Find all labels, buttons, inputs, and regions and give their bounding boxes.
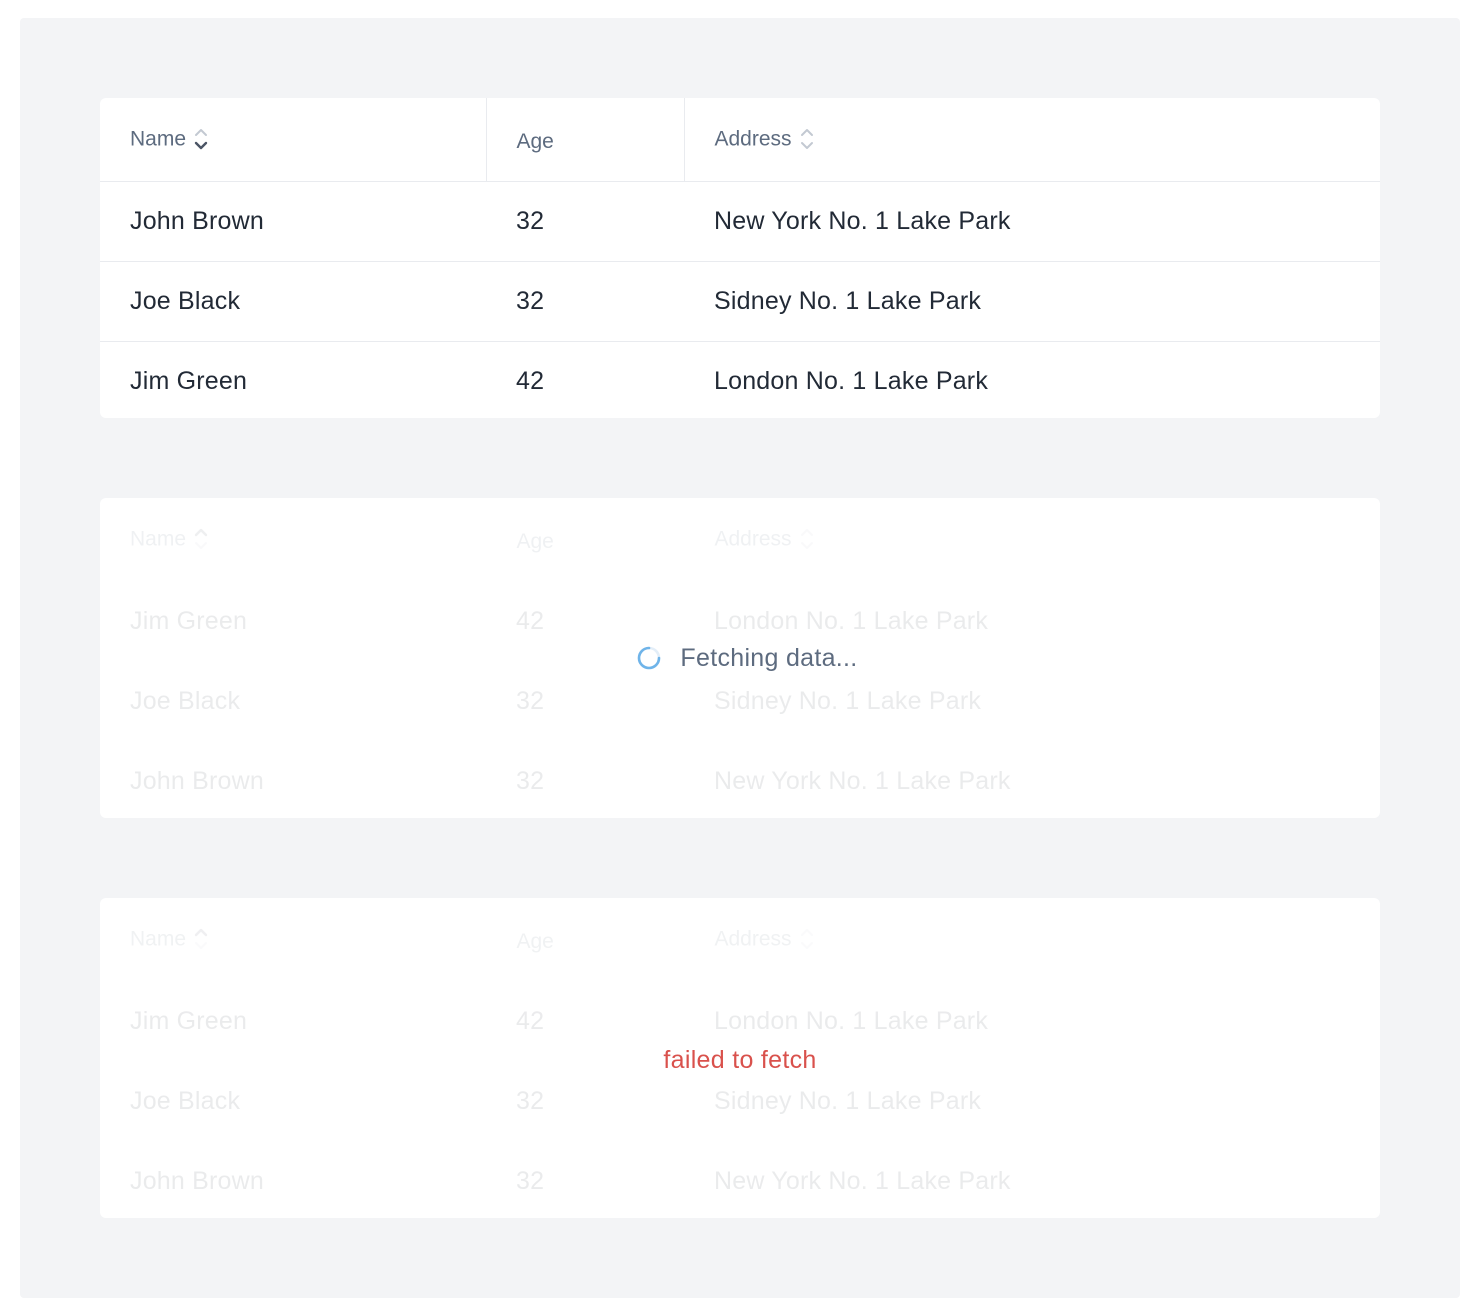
table-row: Joe Black 32 Sidney No. 1 Lake Park [100,261,1380,342]
cell-address: New York No. 1 Lake Park [684,181,1380,262]
column-header-address[interactable]: Address [683,98,1380,182]
error-message: failed to fetch [663,1045,817,1074]
loading-indicator: Fetching data... [636,644,857,673]
table-grid: Name Age Address [100,98,1380,418]
data-table-loaded: Name Age Address John Brown 32 New York … [100,98,1380,418]
cell-address: London No. 1 Lake Park [714,367,989,395]
column-header-label: Age [516,129,554,153]
column-header-label: Name [130,127,187,151]
column-header-age: Age [485,98,684,182]
error-overlay: failed to fetch [100,898,1380,1218]
cell-name: John Brown [100,181,486,262]
cell-name: Joe Black [100,261,486,342]
column-header-name[interactable]: Name [100,98,486,182]
page-background: Name Age Address John Brown 32 New York … [20,18,1460,1298]
spinner-icon [638,646,661,670]
cell-age: 42 [516,367,545,395]
cell-address: Sidney No. 1 Lake Park [684,261,1380,342]
column-header-label: Address [714,127,792,151]
table-header-row: Name Age Address [100,98,1380,182]
loading-overlay: Fetching data... [100,498,1380,818]
cell-age: 32 [486,261,684,342]
data-table-error: Name Age Address Jim Green 42 London No.… [100,898,1380,1218]
table-row: John Brown 32 New York No. 1 Lake Park [100,181,1380,262]
cell-name: Jim Green [130,367,248,395]
loading-message: Fetching data... [680,643,858,672]
data-table-loading: Name Age Address Jim Green 42 London No.… [100,498,1380,818]
cell-age: 32 [486,181,684,262]
sort-icon[interactable] [800,124,814,154]
sort-icon[interactable] [194,124,208,154]
table-row: Jim Green 42 London No. 1 Lake Park [100,342,1380,419]
